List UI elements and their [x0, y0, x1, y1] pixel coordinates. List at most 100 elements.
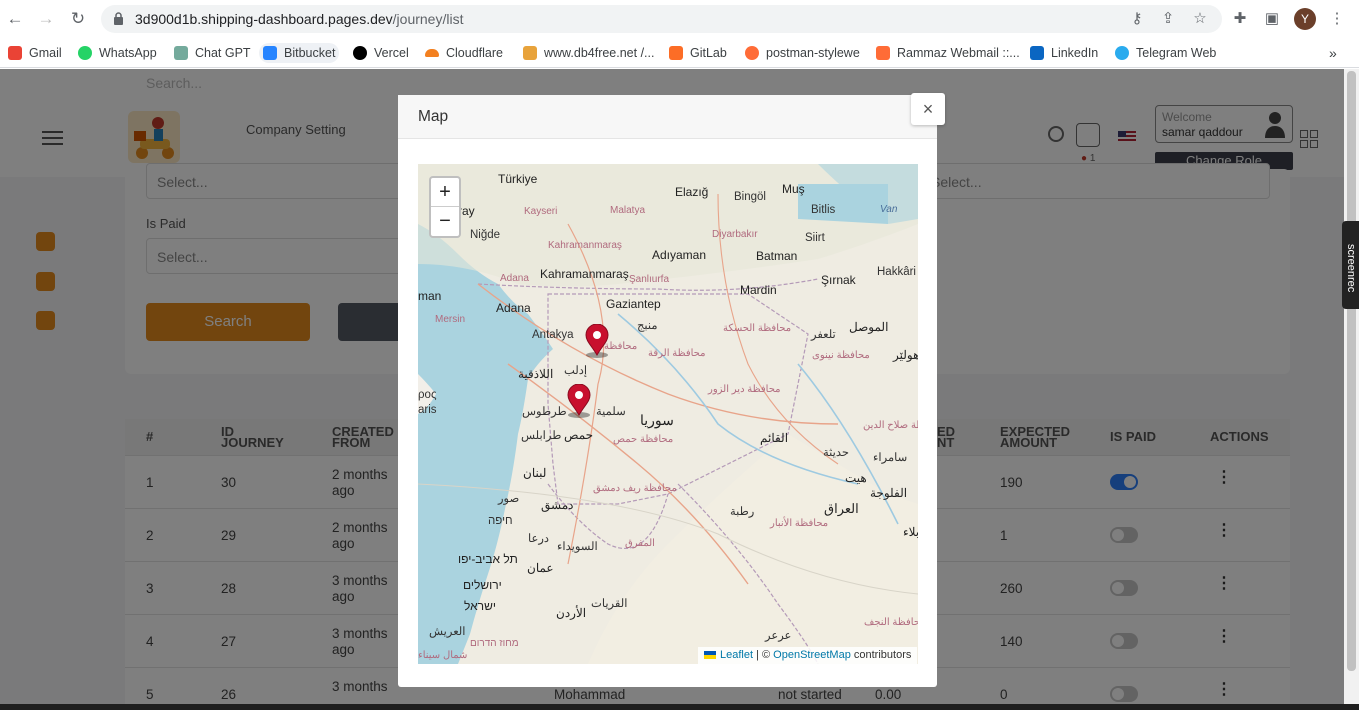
label-iraq: العراق	[824, 501, 859, 516]
label-rif-dimashq: محافظة ريف دمشق	[593, 483, 677, 494]
taskbar-strip	[0, 704, 1359, 710]
bookmark-linkedin[interactable]: LinkedIn	[1030, 43, 1098, 63]
label-karbala: كربلاء	[903, 525, 918, 539]
label-israel: ישראל	[464, 599, 496, 613]
label-tripoli: طرابلس	[521, 430, 562, 442]
label-sirnak: Şırnak	[821, 273, 856, 287]
map-view[interactable]: Türkiye Elazığ Muş Bingöl Bitlis Van Kay…	[418, 164, 918, 664]
share-icon[interactable]: ⇪	[1158, 9, 1178, 29]
label-tel-afar: تلعفر	[811, 329, 836, 341]
label-bitlis: Bitlis	[811, 204, 836, 216]
label-arar: عرعر	[765, 630, 792, 642]
label-qurayyat: القريات	[591, 598, 628, 610]
url-text: 3d900d1b.shipping-dashboard.pages.dev/jo…	[135, 11, 463, 27]
page-scrollbar[interactable]	[1344, 69, 1359, 710]
label-tyre: صور	[498, 493, 520, 505]
label-diyarbakir: Diyarbakır	[712, 229, 758, 240]
bookmark-whatsapp[interactable]: WhatsApp	[78, 43, 157, 63]
key-icon[interactable]: ⚷	[1127, 9, 1147, 29]
star-icon[interactable]: ☆	[1190, 9, 1210, 29]
map-zoom-control: + −	[429, 176, 461, 238]
label-jordan: الأردن	[556, 606, 587, 620]
label-sweida: السويداء	[557, 541, 598, 553]
bookmark-rammaz-webmail[interactable]: Rammaz Webmail ::...	[876, 43, 1020, 63]
label-adiyaman: Adıyaman	[652, 248, 707, 262]
label-malatya: Malatya	[610, 205, 646, 216]
chatgpt-icon	[174, 46, 188, 60]
label-mosul: الموصل	[849, 320, 889, 334]
gitlab-icon	[669, 46, 683, 60]
bookmark-label: postman-stylewe	[766, 46, 860, 60]
label-aris: aris	[418, 404, 437, 416]
bookmark-label: Gmail	[29, 46, 62, 60]
label-roc: ρος	[418, 389, 437, 401]
label-idlib: إدلب	[564, 365, 588, 377]
profile-avatar[interactable]: Y	[1294, 8, 1316, 30]
bookmarks-bar: Gmail WhatsApp Chat GPT Bitbucket Vercel…	[0, 38, 1359, 68]
bookmark-label: WhatsApp	[99, 46, 157, 60]
vercel-icon	[353, 46, 367, 60]
label-adana: Adana	[496, 301, 531, 315]
leaflet-link[interactable]: Leaflet	[720, 649, 753, 661]
label-mahoz-hadarom: מחוז הדרום	[470, 638, 519, 649]
bookmark-gitlab[interactable]: GitLab	[669, 43, 727, 63]
label-mersin: Mersin	[435, 314, 466, 325]
screenrec-extension[interactable]: screenrec	[1342, 221, 1359, 309]
bookmark-label: GitLab	[690, 46, 727, 60]
label-syria: سوريا	[640, 412, 674, 428]
label-fallujah: الفلوجة	[870, 486, 908, 500]
label-mus: Muş	[782, 182, 805, 196]
label-lebanon: لبنان	[523, 466, 547, 480]
puzzle-extensions-icon[interactable]: ✚	[1230, 9, 1250, 29]
scrollbar-thumb[interactable]	[1347, 71, 1356, 671]
bookmark-chatgpt[interactable]: Chat GPT	[174, 43, 251, 63]
label-kayseri: Kayseri	[524, 206, 558, 217]
bookmark-label: www.db4free.net /...	[544, 46, 655, 60]
back-arrow-icon[interactable]: ←	[4, 8, 26, 30]
gmail-icon	[8, 46, 22, 60]
label-rutba: رطبة	[730, 506, 755, 518]
reload-icon[interactable]: ↻	[67, 8, 89, 30]
label-najaf-gov: محافظة النجف	[864, 617, 918, 628]
close-button[interactable]: ×	[911, 93, 945, 125]
bookmark-label: Chat GPT	[195, 46, 251, 60]
bookmark-label: Rammaz Webmail ::...	[897, 46, 1020, 60]
kebab-menu-icon[interactable]: ⋮	[1327, 9, 1347, 29]
map-marker-icon[interactable]	[565, 384, 593, 418]
zoom-in-button[interactable]: +	[431, 178, 459, 207]
bookmark-bitbucket[interactable]: Bitbucket	[259, 43, 340, 63]
telegram-icon	[1115, 46, 1129, 60]
map-marker-icon[interactable]	[583, 324, 611, 358]
bookmark-label: Telegram Web	[1136, 46, 1217, 60]
label-latakia: اللاذقية	[518, 367, 554, 381]
more-bookmarks-icon[interactable]: »	[1329, 43, 1337, 63]
label-arish: العريش	[429, 626, 466, 638]
label-nineveh-gov: محافظة نينوى	[812, 350, 870, 361]
label-tel-aviv: תל אביב-יפו	[458, 552, 518, 566]
forward-arrow-icon[interactable]: →	[35, 8, 57, 30]
osm-link[interactable]: OpenStreetMap	[773, 649, 851, 661]
label-hakkari: Hakkâri	[877, 266, 916, 278]
cloudflare-icon	[425, 49, 439, 57]
bookmark-cloudflare[interactable]: Cloudflare	[425, 43, 503, 63]
address-bar[interactable]: 3d900d1b.shipping-dashboard.pages.dev/jo…	[101, 5, 1222, 33]
bookmark-db4free[interactable]: www.db4free.net /...	[523, 43, 654, 63]
label-elazig: Elazığ	[675, 185, 709, 199]
bookmark-gmail[interactable]: Gmail	[8, 43, 62, 63]
side-panel-icon[interactable]: ▣	[1262, 9, 1282, 29]
label-homs: حمص	[564, 428, 594, 442]
zoom-out-button[interactable]: −	[431, 207, 459, 236]
url-path: /journey/list	[392, 11, 464, 27]
bookmark-vercel[interactable]: Vercel	[353, 43, 409, 63]
phpmyadmin-icon	[523, 46, 537, 60]
bookmark-telegram[interactable]: Telegram Web	[1115, 43, 1216, 63]
label-tartus: طرطوس	[522, 406, 567, 418]
attribution-separator: | ©	[753, 649, 774, 661]
bookmark-postman[interactable]: postman-stylewe	[745, 43, 860, 63]
label-north-sinai: شمال سيناء	[418, 650, 468, 661]
label-hasakah-gov: محافظة الحسكة	[723, 323, 792, 334]
label-antakya: Antakya	[532, 329, 574, 341]
label-gaziantep: Gaziantep	[606, 297, 661, 311]
label-salamiyah: سلمية	[596, 406, 626, 418]
postman-icon	[745, 46, 759, 60]
